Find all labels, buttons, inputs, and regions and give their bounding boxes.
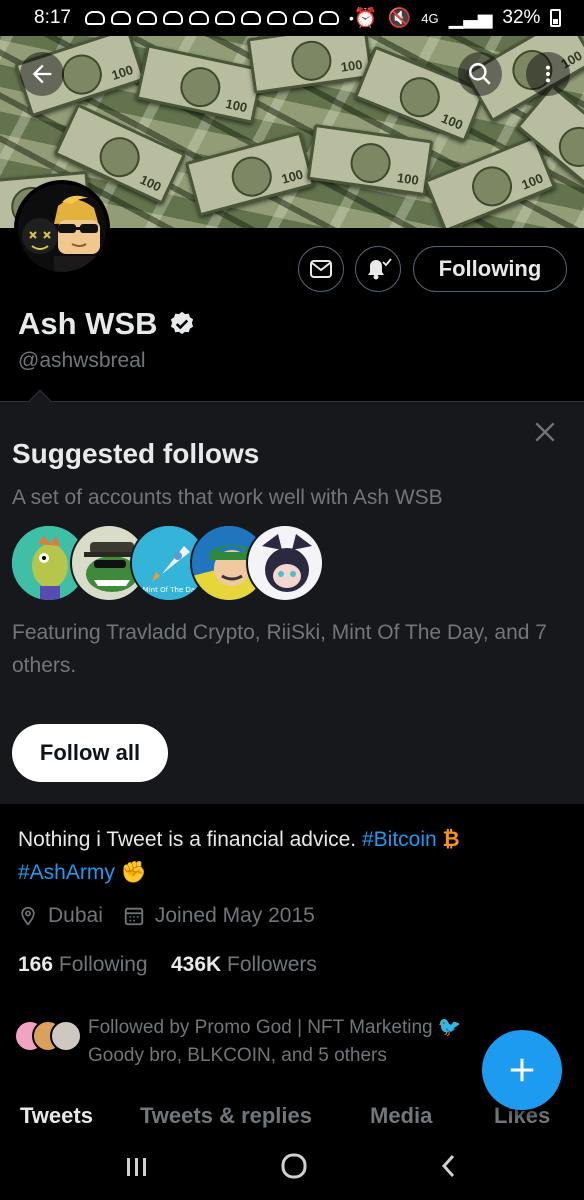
notification-icons [84, 11, 339, 25]
profile-location: Dubai [48, 904, 103, 927]
recent-apps-icon [127, 1158, 147, 1176]
hashtag-bitcoin-link[interactable]: #Bitcoin [362, 828, 437, 851]
suggested-avatar-5[interactable] [246, 524, 324, 602]
raised-fist-icon: ✊ [120, 861, 147, 884]
panel-caret [28, 389, 52, 413]
followers-stat-label: Followers [227, 953, 317, 976]
hashtag-asharmy-link[interactable]: #AshArmy [18, 861, 115, 884]
close-suggestions-button[interactable] [532, 418, 558, 450]
suggested-subtitle: A set of accounts that work well with As… [12, 486, 443, 509]
battery-icon [550, 9, 562, 27]
suggested-featuring: Featuring Travladd Crypto, RiiSki, Mint … [12, 621, 547, 677]
followed-by-line-1: Followed by Promo God | NFT Marketing [88, 1017, 433, 1038]
profile-name: Ash WSB [18, 306, 158, 341]
suggested-follows-panel: Suggested follows A set of accounts that… [0, 389, 584, 804]
more-vertical-icon [545, 65, 551, 83]
chevron-left-icon [441, 1154, 454, 1178]
following-button[interactable]: Following [413, 246, 567, 292]
alarm-icon: ⏰ [353, 8, 378, 29]
follow-all-button[interactable]: Follow all [12, 724, 168, 782]
bitcoin-icon: ₿ [442, 828, 460, 851]
followed-by-line-2: Goody bro, BLKCOIN, and 5 others [88, 1045, 387, 1066]
back-button[interactable] [20, 52, 64, 96]
profile-avatar[interactable] [14, 180, 110, 276]
followed-by[interactable]: Followed by Promo God | NFT Marketing 🐦 … [14, 1014, 514, 1070]
profile-stats: 166 Following 436K Followers [18, 953, 317, 977]
mute-icon: 🔇 [387, 8, 412, 29]
profile-joined: Joined May 2015 [154, 904, 315, 927]
back-arrow-icon [32, 64, 52, 84]
back-nav-button[interactable] [438, 1153, 460, 1187]
suggested-avatars[interactable]: Mint Of The Day [10, 524, 330, 604]
avatar-illustration-icon [18, 184, 106, 272]
tab-tweets[interactable]: Tweets [20, 1103, 93, 1129]
followers-count: 436K [170, 953, 222, 976]
system-navigation-bar [0, 1140, 584, 1200]
recent-apps-button[interactable] [124, 1153, 150, 1187]
plus-icon [510, 1058, 534, 1082]
mint-of-the-day-logo-text: Mint Of The Day [143, 586, 200, 594]
more-options-button[interactable] [526, 52, 570, 96]
message-button[interactable] [298, 246, 344, 292]
following-stat-label: Following [58, 953, 148, 976]
search-icon [469, 63, 491, 85]
bell-check-icon [368, 258, 392, 280]
tab-tweets-replies[interactable]: Tweets & replies [140, 1103, 312, 1129]
location-pin-icon [21, 906, 35, 926]
network-label: 4G [421, 10, 439, 26]
profile-bio: Nothing i Tweet is a financial advice. #… [18, 823, 568, 889]
compose-tweet-button[interactable] [482, 1030, 562, 1110]
battery-percent: 32% [502, 7, 541, 28]
suggested-title: Suggested follows [12, 438, 260, 469]
profile-meta: Dubai Joined May 2015 [18, 904, 335, 928]
profile-name-row: Ash WSB [18, 306, 196, 342]
tab-media[interactable]: Media [370, 1103, 432, 1129]
followed-by-avatars [14, 1020, 84, 1060]
followed-by-avatar-3 [50, 1020, 82, 1052]
followed-by-text: Followed by Promo God | NFT Marketing 🐦 … [88, 1014, 462, 1070]
profile-handle: @ashwsbreal [18, 349, 146, 372]
calendar-icon [124, 907, 144, 926]
status-time: 8:17 [34, 7, 71, 28]
notifications-button[interactable] [355, 246, 401, 292]
verified-badge-icon [170, 311, 193, 335]
following-count: 166 [18, 953, 54, 976]
close-icon [535, 422, 555, 442]
bio-text: Nothing i Tweet is a financial advice. [18, 828, 357, 851]
twitter-bird-icon: 🐦 [437, 1017, 462, 1038]
home-icon [281, 1153, 307, 1179]
home-button[interactable] [279, 1151, 309, 1189]
signal-icon: ▁▃▅ [448, 7, 493, 29]
status-bar: 8:17 • ⏰ 🔇 4G ▁▃▅ 32% [0, 0, 584, 36]
followers-stat-link[interactable]: 436K Followers [171, 953, 317, 976]
search-button[interactable] [458, 52, 502, 96]
envelope-icon [310, 260, 332, 278]
following-stat-link[interactable]: 166 Following [18, 953, 153, 976]
